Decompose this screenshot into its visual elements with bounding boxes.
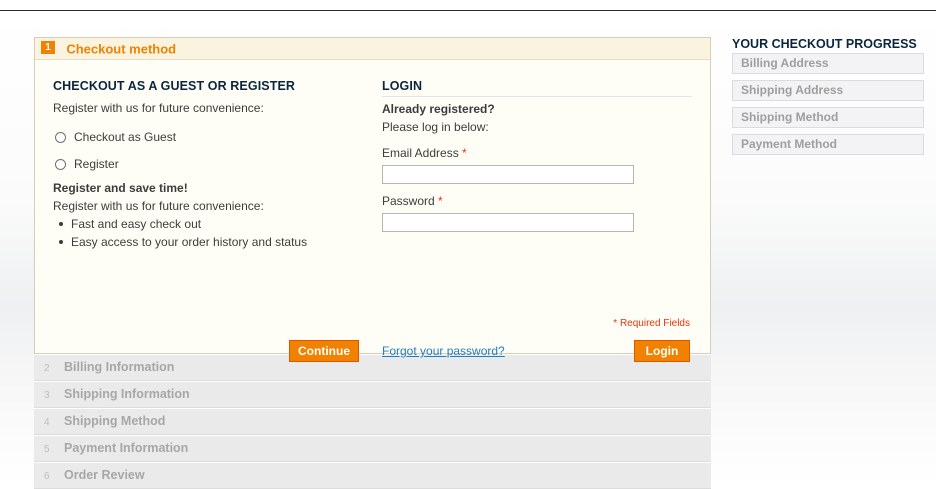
password-label: Password *: [382, 192, 692, 210]
step-checkout-method: 1 Checkout method CHECKOUT AS A GUEST OR…: [34, 37, 711, 362]
step-number: 2: [44, 363, 50, 374]
option-label: Register: [74, 157, 119, 171]
bullet-icon: [59, 222, 63, 226]
required-marker: *: [438, 194, 443, 208]
guest-intro-text: Register with us for future convenience:: [53, 101, 264, 115]
benefit-text: Fast and easy check out: [71, 217, 202, 231]
save-time-text: Register with us for future convenience:: [53, 199, 264, 213]
step-shipping-method: 4 Shipping Method: [34, 408, 711, 435]
progress-item-billing-address: Billing Address: [732, 53, 924, 74]
list-item: Fast and easy check out: [57, 215, 345, 233]
password-field[interactable]: [382, 213, 634, 232]
checkout-progress-sidebar: YOUR CHECKOUT PROGRESS Billing Address S…: [732, 37, 924, 155]
step-shipping-information: 3 Shipping Information: [34, 381, 711, 408]
login-column-title: LOGIN: [382, 79, 692, 97]
option-checkout-as-guest[interactable]: Checkout as Guest: [53, 128, 345, 146]
progress-item-shipping-method: Shipping Method: [732, 107, 924, 128]
email-label: Email Address *: [382, 144, 692, 162]
required-marker: *: [462, 146, 467, 160]
already-registered-text: Already registered?: [382, 102, 495, 116]
step-title: Shipping Information: [64, 387, 190, 401]
progress-item-payment-method: Payment Method: [732, 134, 924, 155]
step-title: Shipping Method: [64, 414, 166, 428]
step-number: 5: [44, 444, 50, 455]
save-time-heading: Register and save time!: [53, 181, 188, 195]
step-header[interactable]: 1 Checkout method: [35, 38, 710, 60]
progress-item-shipping-address: Shipping Address: [732, 80, 924, 101]
progress-title: YOUR CHECKOUT PROGRESS: [732, 37, 917, 51]
password-label-text: Password: [382, 194, 435, 208]
bullet-icon: [59, 240, 63, 244]
email-field[interactable]: [382, 165, 634, 184]
benefits-list: Fast and easy check out Easy access to y…: [53, 215, 345, 251]
step-number-badge: 1: [41, 41, 55, 55]
checkout-steps: 1 Checkout method CHECKOUT AS A GUEST OR…: [34, 37, 711, 489]
step-billing-information: 2 Billing Information: [34, 354, 711, 381]
please-login-text: Please log in below:: [382, 120, 489, 134]
guest-column-title: CHECKOUT AS A GUEST OR REGISTER: [53, 79, 296, 93]
step-title: Checkout method: [66, 41, 177, 57]
guest-register-column: CHECKOUT AS A GUEST OR REGISTER Register…: [53, 79, 345, 251]
forgot-password-link[interactable]: Forgot your password?: [382, 344, 505, 358]
step-body: CHECKOUT AS A GUEST OR REGISTER Register…: [35, 60, 710, 362]
email-label-text: Email Address: [382, 146, 459, 160]
step-title: Billing Information: [64, 360, 175, 374]
step-number: 6: [44, 471, 50, 482]
step-payment-information: 5 Payment Information: [34, 435, 711, 462]
radio-button[interactable]: [55, 131, 66, 143]
step-number: 4: [44, 417, 50, 428]
required-fields-note: * Required Fields: [613, 318, 690, 329]
step-title: Payment Information: [64, 441, 189, 455]
continue-button[interactable]: Continue: [289, 340, 359, 362]
option-register[interactable]: Register: [53, 155, 345, 173]
list-item: Easy access to your order history and st…: [57, 233, 345, 251]
login-column: LOGIN Already registered? Please log in …: [382, 79, 692, 232]
benefit-text: Easy access to your order history and st…: [71, 235, 308, 249]
login-button[interactable]: Login: [634, 340, 690, 362]
radio-button[interactable]: [55, 158, 66, 170]
option-label: Checkout as Guest: [74, 130, 177, 144]
step-title: Order Review: [64, 468, 145, 482]
step-number: 3: [44, 390, 50, 401]
